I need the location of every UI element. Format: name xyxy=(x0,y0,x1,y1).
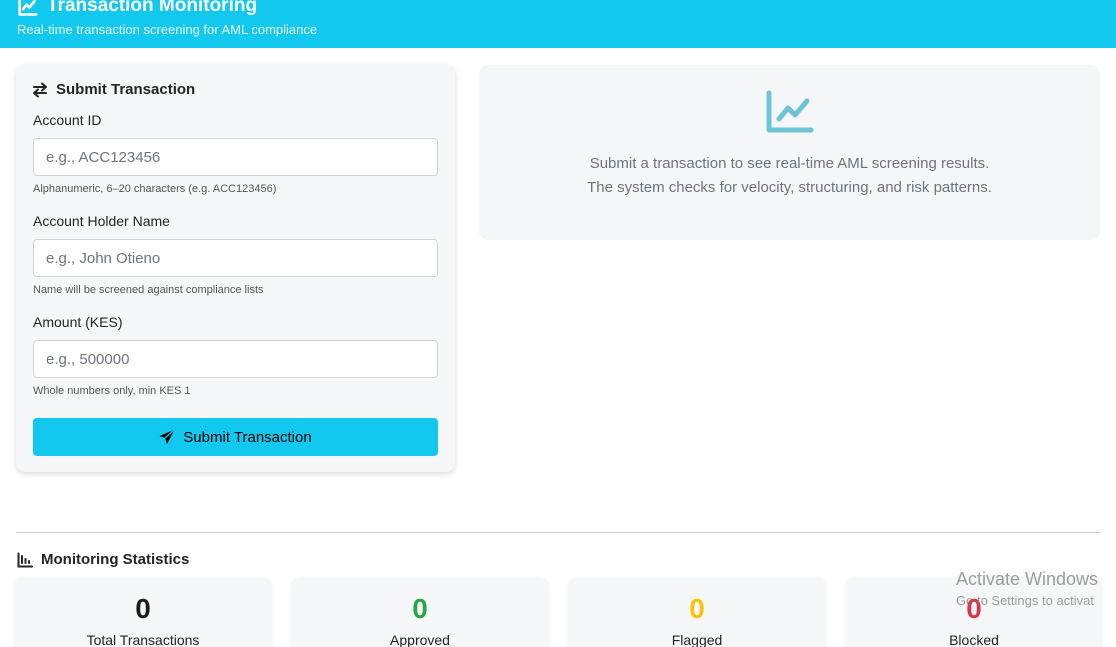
bar-chart-icon xyxy=(17,552,33,567)
stat-label-approved: Approved xyxy=(390,632,450,647)
stat-card-approved: 0 Approved xyxy=(292,577,548,647)
submit-transaction-button[interactable]: Submit Transaction xyxy=(33,418,438,456)
screening-result-panel: Submit a transaction to see real-time AM… xyxy=(479,65,1100,240)
amount-help: Whole numbers only, min KES 1 xyxy=(33,385,191,397)
exchange-arrows-icon xyxy=(33,82,47,97)
stat-value-total: 0 xyxy=(135,593,151,624)
submit-transaction-card: Submit Transaction Account ID Alphanumer… xyxy=(16,65,455,472)
header-subtitle: Real-time transaction screening for AML … xyxy=(17,22,318,37)
section-divider xyxy=(16,532,1101,533)
paper-plane-icon xyxy=(159,429,176,444)
stat-card-flagged: 0 Flagged xyxy=(569,577,825,647)
account-id-input[interactable] xyxy=(33,138,438,176)
chart-line-icon xyxy=(18,0,38,16)
stat-label-total: Total Transactions xyxy=(86,632,200,647)
stat-card-total: 0 Total Transactions xyxy=(15,577,271,647)
chart-line-icon xyxy=(766,90,814,133)
account-id-help: Alphanumeric, 6–20 characters (e.g. ACC1… xyxy=(33,183,277,195)
stat-label-blocked: Blocked xyxy=(949,632,999,647)
submit-button-label: Submit Transaction xyxy=(183,428,312,446)
account-holder-input[interactable] xyxy=(33,239,438,277)
header-title-text: Transaction Monitoring xyxy=(47,0,258,16)
account-holder-label: Account Holder Name xyxy=(33,213,170,229)
stat-label-flagged: Flagged xyxy=(671,632,723,647)
watermark-title: Activate Windows xyxy=(956,569,1099,589)
form-title: Submit Transaction xyxy=(32,81,195,98)
stat-value-approved: 0 xyxy=(412,593,428,624)
stats-title-text: Monitoring Statistics xyxy=(41,551,190,568)
account-holder-help: Name will be screened against compliance… xyxy=(33,284,264,296)
result-placeholder-line1: Submit a transaction to see real-time AM… xyxy=(589,155,990,172)
result-placeholder-line2: The system checks for velocity, structur… xyxy=(587,179,992,196)
watermark-subtitle: Go to Settings to activat xyxy=(956,593,1095,608)
stats-title: Monitoring Statistics xyxy=(17,551,189,568)
activation-watermark: Activate Windows Go to Settings to activ… xyxy=(956,569,1098,608)
stat-value-flagged: 0 xyxy=(689,593,705,624)
amount-input[interactable] xyxy=(33,340,438,378)
page-header: Transaction Monitoring Real-time transac… xyxy=(0,0,1116,48)
account-id-label: Account ID xyxy=(33,112,102,128)
amount-label: Amount (KES) xyxy=(33,314,123,330)
form-title-text: Submit Transaction xyxy=(56,81,196,98)
header-title: Transaction Monitoring xyxy=(17,0,257,17)
